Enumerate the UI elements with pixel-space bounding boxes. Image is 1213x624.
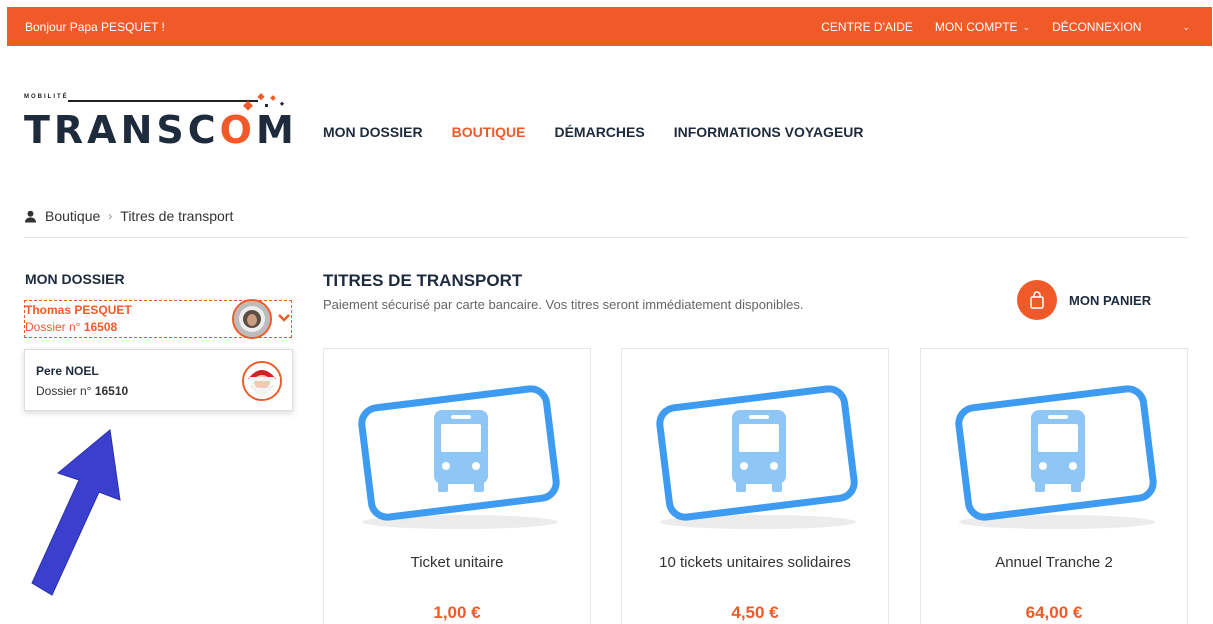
bus-icon: [1031, 410, 1085, 492]
dossier-selector[interactable]: Thomas PESQUET Dossier n° 16508: [24, 299, 292, 339]
user-icon: [24, 210, 37, 223]
divider: [24, 237, 1188, 238]
annotation-arrow-icon: [31, 429, 121, 596]
nav-item-demarches[interactable]: DÉMARCHES: [554, 124, 644, 140]
breadcrumb-root[interactable]: Boutique: [45, 208, 100, 224]
page-subtitle: Paiement sécurisé par carte bancaire. Vo…: [323, 297, 804, 312]
bus-icon: [732, 410, 786, 492]
nav-item-mon-dossier[interactable]: MON DOSSIER: [323, 124, 423, 140]
product-title: 10 tickets unitaires solidaires: [659, 554, 851, 571]
bus-ticket-icon: [656, 385, 858, 529]
breadcrumb-separator: ›: [108, 209, 113, 223]
current-dossier-name: Thomas PESQUET: [25, 303, 132, 317]
product-card[interactable]: Annuel Tranche 2 64,00 €: [920, 348, 1188, 624]
cart-button[interactable]: MON PANIER: [1017, 280, 1151, 320]
help-center-link[interactable]: CENTRE D'AIDE: [821, 20, 913, 34]
chevron-down-icon: [278, 311, 290, 325]
avatar: [242, 361, 282, 401]
bus-ticket-icon: [955, 385, 1157, 529]
logo-wordmark: TRANSCOM: [24, 108, 298, 152]
breadcrumb-current: Titres de transport: [120, 208, 234, 224]
transcom-logo[interactable]: MOBILITÉ TRANSCOM: [24, 90, 294, 152]
nav-item-boutique[interactable]: BOUTIQUE: [452, 124, 526, 140]
product-title: Ticket unitaire: [410, 554, 504, 571]
nav-item-informations-voyageur[interactable]: INFORMATIONS VOYAGEUR: [674, 124, 864, 140]
bus-icon: [434, 410, 488, 492]
top-bar: Bonjour Papa PESQUET ! CENTRE D'AIDE MON…: [7, 7, 1212, 46]
account-menu[interactable]: MON COMPTE ⌄: [935, 20, 1030, 34]
page-title: TITRES DE TRANSPORT: [323, 271, 523, 290]
product-price: 1,00 €: [433, 603, 481, 622]
dossier-option-name: Pere NOEL: [36, 364, 99, 378]
account-label: MON COMPTE: [934, 20, 1018, 34]
logout-link[interactable]: DÉCONNEXION: [1052, 20, 1141, 34]
main-nav: MON DOSSIER BOUTIQUE DÉMARCHES INFORMATI…: [323, 124, 864, 140]
dossier-dropdown: Pere NOEL Dossier n° 16510: [24, 349, 293, 411]
chevron-down-icon: ⌄: [1182, 21, 1190, 32]
dossier-option-number: Dossier n° 16510: [36, 384, 129, 398]
product-card[interactable]: Ticket unitaire 1,00 €: [323, 348, 591, 624]
product-price: 4,50 €: [731, 603, 779, 622]
current-dossier-number: Dossier n° 16508: [25, 320, 118, 334]
avatar: [232, 299, 272, 339]
chevron-down-icon: ⌄: [1022, 21, 1031, 32]
cart-label: MON PANIER: [1069, 292, 1152, 308]
shopping-bag-icon: [1017, 280, 1057, 320]
language-selector[interactable]: ⌄: [1163, 22, 1190, 33]
product-price: 64,00 €: [1025, 603, 1083, 622]
french-flag-icon: [1163, 22, 1177, 32]
breadcrumb: Boutique › Titres de transport: [24, 208, 233, 224]
logo-tagline: MOBILITÉ: [24, 94, 69, 100]
logo-line: [68, 100, 258, 102]
greeting-text: Bonjour Papa PESQUET !: [25, 20, 165, 34]
top-bar-links: CENTRE D'AIDE MON COMPTE ⌄ DÉCONNEXION ⌄: [821, 20, 1190, 34]
bus-ticket-icon: [358, 385, 560, 529]
product-card[interactable]: 10 tickets unitaires solidaires 4,50 €: [621, 348, 889, 624]
sidebar-title: MON DOSSIER: [25, 271, 125, 287]
product-title: Annuel Tranche 2: [995, 554, 1113, 571]
